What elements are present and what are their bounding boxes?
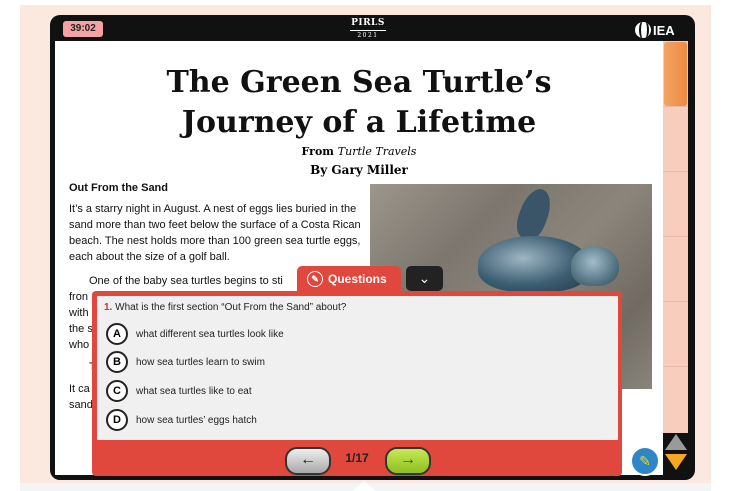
scrollbar-divider: [663, 106, 688, 107]
title-line-2: Journey of a Lifetime: [181, 105, 537, 140]
paragraph-1: It’s a starry night in August. A nest of…: [69, 203, 361, 263]
option-text: how sea turtles learn to swim: [136, 356, 265, 368]
arrow-right-icon: →: [400, 451, 416, 468]
section-heading: Out From the Sand: [69, 182, 168, 194]
next-question-button[interactable]: →: [385, 447, 431, 475]
chevron-down-icon: ⌄: [418, 270, 431, 286]
answer-option-c[interactable]: C what sea turtles like to eat: [106, 380, 252, 402]
text-fragment: sand: [69, 399, 93, 411]
source-title: Turtle Travels: [337, 145, 417, 158]
text-fragment: It ca: [69, 383, 90, 395]
question-pager: 1/17: [345, 451, 369, 465]
pirls-year: 2021: [357, 32, 379, 39]
questions-tab-label: Questions: [328, 271, 387, 286]
triangle-down-icon[interactable]: [665, 454, 687, 470]
highlighter-tool-button[interactable]: ✎: [630, 446, 660, 476]
paragraph-2-start: One of the baby sea turtles begins to st…: [89, 275, 283, 287]
option-letter: C: [106, 380, 128, 402]
scrollbar-divider: [663, 366, 688, 367]
answer-option-b[interactable]: B how sea turtles learn to swim: [106, 351, 265, 373]
passage-title: The Green Sea Turtle’s Journey of a Life…: [55, 63, 663, 143]
pirls-divider: [350, 30, 386, 31]
turtle-head: [571, 246, 619, 286]
questions-tab[interactable]: ✎ Questions: [297, 266, 401, 291]
triangle-up-icon[interactable]: [665, 434, 687, 450]
option-text: what sea turtles like to eat: [136, 385, 252, 397]
pirls-name: PIRLS: [351, 18, 385, 28]
globe-icon: [635, 22, 651, 38]
highlighter-icon: ✎: [639, 453, 651, 469]
option-letter: B: [106, 351, 128, 373]
text-fragment: the s: [69, 323, 93, 335]
option-letter: A: [106, 323, 128, 345]
pencil-icon: ✎: [307, 270, 323, 287]
iea-logo: IEA: [635, 21, 675, 39]
bottom-notch: [352, 481, 376, 491]
byline: By Gary Miller: [310, 163, 408, 177]
scrollbar-divider: [663, 171, 688, 172]
turtle-flipper: [511, 184, 557, 244]
scrollbar-divider: [663, 236, 688, 237]
answer-option-a[interactable]: A what different sea turtles look like: [106, 323, 284, 345]
answer-option-d[interactable]: D how sea turtles’ eggs hatch: [106, 409, 257, 431]
text-fragment: who: [69, 339, 90, 351]
text-fragment: with: [69, 307, 89, 319]
question-number: 1.: [104, 302, 113, 313]
previous-question-button[interactable]: ←: [285, 447, 331, 475]
scrollbar-divider: [663, 301, 688, 302]
source-line: From Turtle Travels: [55, 145, 663, 158]
source-prefix: From: [301, 145, 334, 158]
collapse-panel-button[interactable]: ⌄: [406, 266, 443, 291]
question-prompt: 1. What is the first section “Out From t…: [104, 302, 346, 313]
arrow-left-icon: ←: [300, 451, 316, 468]
option-letter: D: [106, 409, 128, 431]
option-text: how sea turtles’ eggs hatch: [136, 414, 257, 426]
scrollbar-thumb[interactable]: [664, 42, 687, 106]
iea-logo-text: IEA: [653, 22, 675, 38]
timer: 39:02: [63, 21, 103, 37]
question-text: What is the first section “Out From the …: [115, 302, 347, 313]
option-text: what different sea turtles look like: [136, 328, 284, 340]
pirls-logo: PIRLS 2021: [344, 18, 392, 40]
title-line-1: The Green Sea Turtle’s: [166, 65, 552, 100]
text-fragment: fron: [69, 291, 88, 303]
